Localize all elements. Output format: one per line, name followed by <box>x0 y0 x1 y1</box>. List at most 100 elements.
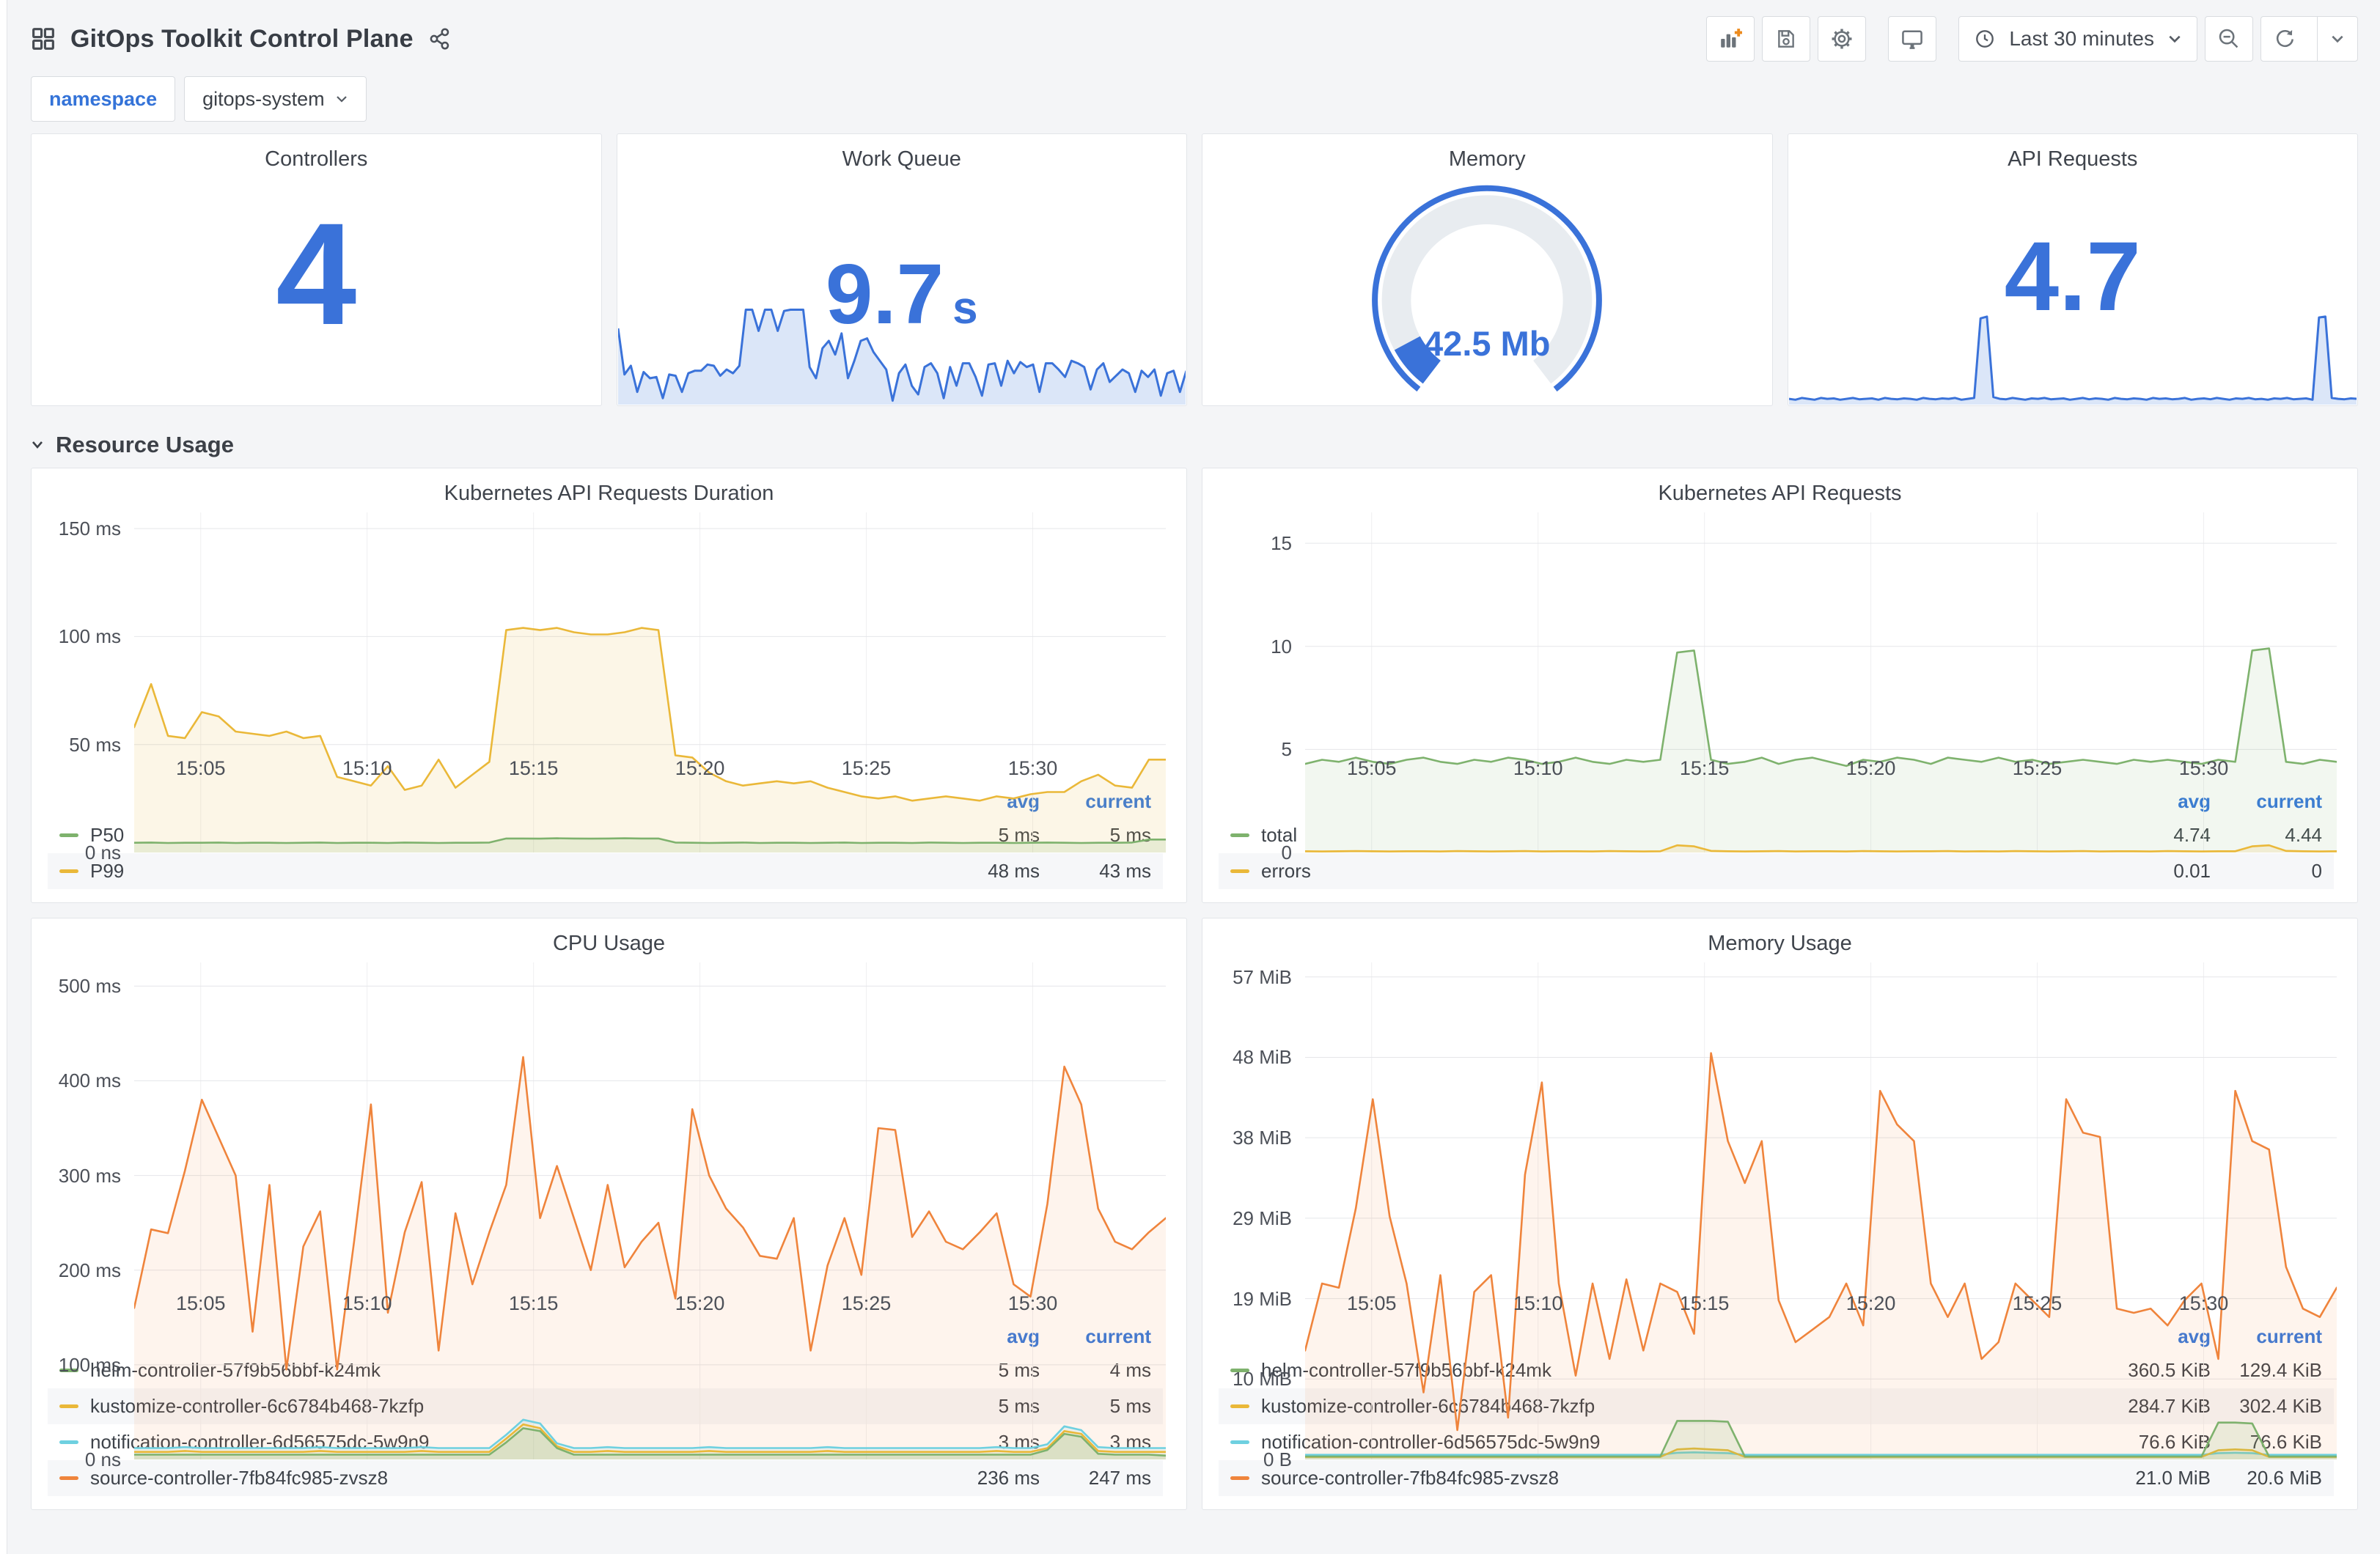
legend-item[interactable]: source-controller-7fb84fc985-zvsz8 21.0 M… <box>1219 1460 2334 1496</box>
series-name[interactable]: source-controller-7fb84fc985-zvsz8 <box>1261 1467 2079 1489</box>
requests-plot[interactable] <box>1305 512 2337 853</box>
x-tick: 15:25 <box>2012 1292 2063 1314</box>
series-name[interactable]: source-controller-7fb84fc985-zvsz8 <box>90 1467 908 1489</box>
x-tick: 15:15 <box>1679 1292 1730 1314</box>
y-axis-labels: 0 5 10 15 <box>1216 512 1305 863</box>
panel-memory-usage: Memory Usage 0 B 10 MiB 19 MiB 29 MiB 38 MiB… <box>1202 918 2358 1510</box>
x-tick: 15:05 <box>175 1292 226 1314</box>
y-tick: 50 ms <box>69 733 121 756</box>
share-icon[interactable] <box>428 27 452 51</box>
series-color-swatch <box>1230 1440 1249 1444</box>
panel-title[interactable]: API Requests <box>1788 147 2358 172</box>
x-tick: 15:10 <box>342 1292 392 1314</box>
zoom-out-time-button[interactable] <box>2205 16 2253 62</box>
tv-mode-button[interactable] <box>1888 16 1937 62</box>
x-tick: 15:30 <box>2178 757 2229 779</box>
series-avg: 48 ms <box>988 860 1040 882</box>
panel-title[interactable]: Work Queue <box>617 147 1187 172</box>
legend-item[interactable]: source-controller-7fb84fc985-zvsz8 236 ms… <box>48 1460 1163 1496</box>
refresh-interval-dropdown[interactable] <box>2317 17 2357 61</box>
x-axis-labels: 15:05 15:10 15:15 15:20 15:25 15:30 <box>134 1284 1166 1317</box>
series-current: 43 ms <box>1099 860 1151 882</box>
refresh-icon[interactable] <box>2261 17 2308 61</box>
chart-grid-row1: Kubernetes API Requests Duration 0 ns 50 … <box>31 468 2358 903</box>
series-color-swatch <box>1230 869 1249 873</box>
panel-cpu-usage: CPU Usage 0 ns 100 ms 200 ms 300 ms 400 ms 50… <box>31 918 1187 1510</box>
dashboard-settings-button[interactable] <box>1818 16 1867 62</box>
y-tick: 10 MiB <box>1233 1368 1292 1391</box>
series-avg: 236 ms <box>977 1467 1040 1489</box>
y-tick: 500 ms <box>58 975 121 998</box>
panel-title[interactable]: Controllers <box>32 147 601 172</box>
memory-gauge[interactable]: 42.5 Mb <box>1333 180 1641 395</box>
panel-memory: Memory 42.5 Mb <box>1202 133 1773 406</box>
x-axis-labels: 15:05 15:10 15:15 15:20 15:25 15:30 <box>134 748 1166 782</box>
y-tick: 57 MiB <box>1233 965 1292 988</box>
memory-gauge-value: 42.5 Mb <box>1424 324 1551 363</box>
panel-k8s-api-requests: Kubernetes API Requests 0 5 10 15 15:05 15:1… <box>1202 468 2358 903</box>
time-range-picker[interactable]: Last 30 minutes <box>1958 16 2197 62</box>
y-tick: 10 <box>1271 635 1292 658</box>
x-tick: 15:25 <box>841 757 892 779</box>
series-color-swatch <box>59 1476 78 1480</box>
x-tick: 15:30 <box>2178 1292 2229 1314</box>
x-tick: 15:25 <box>841 1292 892 1314</box>
x-tick: 15:10 <box>1513 1292 1563 1314</box>
series-avg: 0.01 <box>2173 860 2211 882</box>
save-dashboard-button[interactable] <box>1762 16 1811 62</box>
clock-icon <box>1974 28 1996 50</box>
cpu-plot[interactable] <box>134 962 1166 1459</box>
x-tick: 15:10 <box>342 757 392 779</box>
x-tick: 15:20 <box>675 1292 725 1314</box>
api-requests-sparkline[interactable] <box>1788 311 2357 405</box>
series-color-swatch <box>59 869 78 873</box>
series-current: 20.6 MiB <box>2247 1467 2322 1489</box>
memory-plot[interactable] <box>1305 962 2337 1459</box>
panel-work-queue: Work Queue 9.7 s <box>616 133 1187 406</box>
series-name[interactable]: P99 <box>90 860 908 883</box>
y-tick: 0 ns <box>84 1448 121 1470</box>
panel-title[interactable]: Kubernetes API Requests <box>1202 468 2357 511</box>
y-tick: 5 <box>1281 738 1292 761</box>
x-tick: 15:05 <box>175 757 226 779</box>
panel-title[interactable]: Kubernetes API Requests Duration <box>32 468 1186 511</box>
y-axis-labels: 0 ns 100 ms 200 ms 300 ms 400 ms 500 ms <box>45 962 134 1470</box>
refresh-button-group <box>2260 16 2358 62</box>
panel-title[interactable]: Memory Usage <box>1202 918 2357 961</box>
add-panel-button[interactable] <box>1706 16 1755 62</box>
time-range-label: Last 30 minutes <box>2009 27 2154 50</box>
panel-title[interactable]: Memory <box>1202 147 1772 172</box>
y-tick: 38 MiB <box>1233 1127 1292 1149</box>
work-queue-sparkline[interactable] <box>617 277 1186 405</box>
legend-item[interactable]: P99 48 ms 43 ms <box>48 853 1163 889</box>
x-tick: 15:10 <box>1513 757 1563 779</box>
series-color-swatch <box>1230 833 1249 837</box>
chevron-down-icon <box>336 96 347 103</box>
series-color-swatch <box>1230 1404 1249 1408</box>
y-tick: 100 ms <box>58 625 121 648</box>
variable-namespace-select[interactable]: gitops-system <box>184 76 367 122</box>
y-tick: 48 MiB <box>1233 1046 1292 1069</box>
legend-item[interactable]: errors 0.01 0 <box>1219 853 2334 889</box>
variable-namespace-value: gitops-system <box>202 87 325 110</box>
panel-controllers: Controllers 4 <box>31 133 602 406</box>
row-resource-usage[interactable]: Resource Usage <box>31 425 2358 465</box>
series-avg: 21.0 MiB <box>2135 1467 2211 1489</box>
stat-panels-row: Controllers 4 Work Queue 9.7 s Memory 42.… <box>31 133 2358 406</box>
y-tick: 400 ms <box>58 1069 121 1092</box>
y-tick: 29 MiB <box>1233 1207 1292 1229</box>
dashboard-title: GitOps Toolkit Control Plane <box>70 24 414 53</box>
panel-title[interactable]: CPU Usage <box>32 918 1186 961</box>
chart-grid-row2: CPU Usage 0 ns 100 ms 200 ms 300 ms 400 ms 50… <box>31 918 2358 1510</box>
series-name[interactable]: errors <box>1261 860 2079 883</box>
toolbar: Last 30 minutes <box>1699 16 2358 62</box>
y-tick: 15 <box>1271 532 1292 555</box>
section-title: Resource Usage <box>56 432 234 457</box>
apps-grid-icon[interactable] <box>31 26 56 51</box>
y-tick: 200 ms <box>58 1259 121 1281</box>
y-tick: 19 MiB <box>1233 1287 1292 1310</box>
x-tick: 15:30 <box>1007 757 1058 779</box>
duration-plot[interactable] <box>134 512 1166 853</box>
dashboard-header: GitOps Toolkit Control Plane Last 30 min… <box>0 0 2380 70</box>
series-current: 0 <box>2311 860 2322 882</box>
